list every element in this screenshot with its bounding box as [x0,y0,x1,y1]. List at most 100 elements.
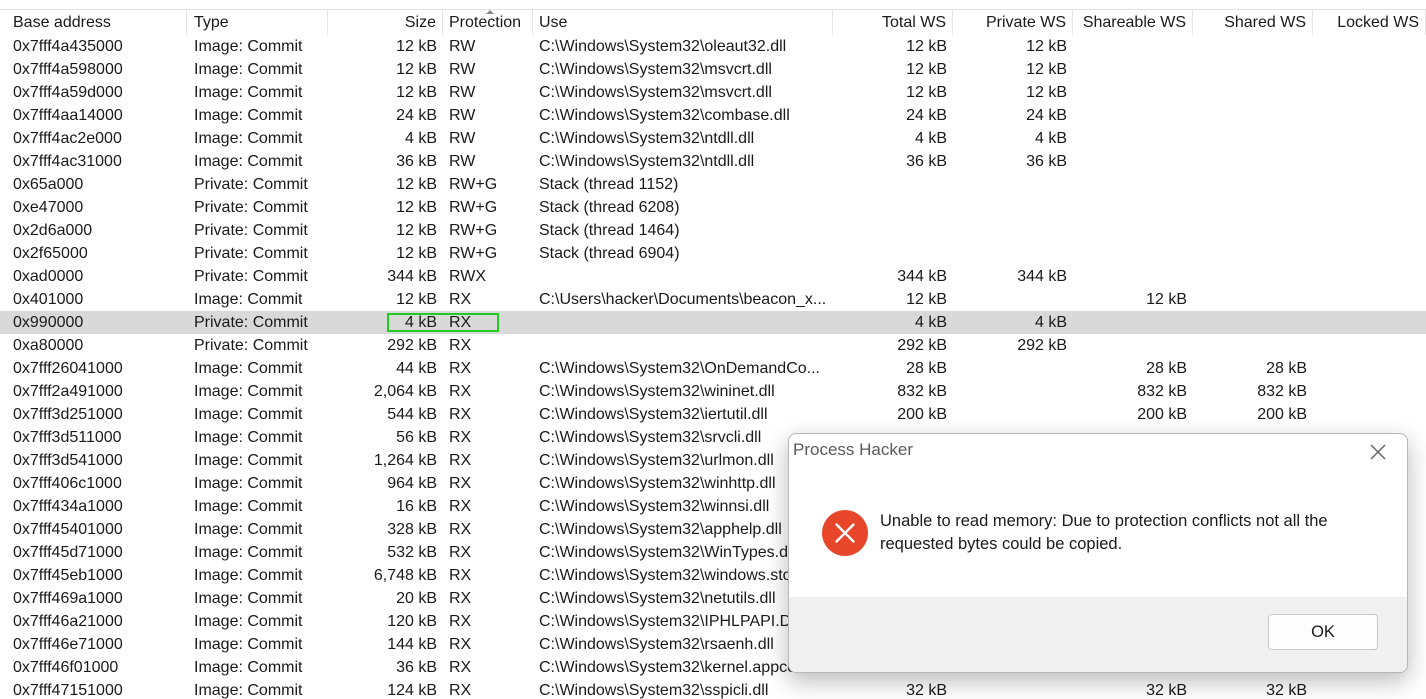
cell-shareable-ws [1073,196,1193,219]
col-header-type[interactable]: Type [188,10,328,35]
cell-total-ws: 12 kB [906,38,947,55]
table-row[interactable]: 0x7fff3d251000 Image: Commit 544 kB RX C:\Wi… [0,403,1426,426]
col-header-shared-ws[interactable]: Shared WS [1193,10,1313,35]
close-icon[interactable] [1363,440,1393,464]
table-row[interactable]: 0x401000 Image: Commit 12 kB RX C:\Users\hac… [0,288,1426,311]
cell-base-address: 0x7fff45eb1000 [13,567,123,584]
cell-protection: RW [449,153,476,170]
cell-size: 4 kB [404,130,437,147]
cell-shareable-ws [1073,150,1193,173]
cell-total-ws: 12 kB [906,291,947,308]
cell-total-ws [833,196,953,219]
cell-type: Private: Commit [194,245,308,262]
cell-type: Private: Commit [194,337,308,354]
table-row[interactable]: 0x7fff4a435000 Image: Commit 12 kB RW C:\Win… [0,35,1426,58]
col-header-locked-ws[interactable]: Locked WS [1313,10,1426,35]
cell-type: Image: Commit [194,406,303,423]
table-row[interactable]: 0x2f65000 Private: Commit 12 kB RW+G Stack (… [0,242,1426,265]
cell-size: 36 kB [396,153,437,170]
cell-size: 328 kB [387,521,437,538]
cell-shared-ws [1193,58,1313,81]
cell-base-address: 0x7fff26041000 [13,360,123,377]
table-row[interactable]: 0x990000 Private: Commit 4 kB RX 4 kB 4 kB [0,311,1426,334]
cell-size: 2,064 kB [373,383,437,400]
cell-shared-ws: 200 kB [1257,406,1307,423]
cell-private-ws: 12 kB [1026,61,1067,78]
cell-base-address: 0x7fff45401000 [13,521,123,538]
cell-private-ws: 24 kB [1026,107,1067,124]
dialog-title: Process Hacker [793,440,913,459]
error-icon [821,509,869,557]
col-header-use[interactable]: Use [533,10,833,35]
cell-private-ws [953,288,1073,311]
cell-shareable-ws [1073,311,1193,334]
col-header-size[interactable]: Size [323,10,443,35]
cell-protection: RW [449,84,476,101]
cell-use: C:\Windows\System32\msvcrt.dll [539,61,772,78]
table-row[interactable]: 0x7fff47151000 Image: Commit 124 kB RX C:\Wi… [0,679,1426,699]
ok-button[interactable]: OK [1268,614,1378,650]
cell-protection: RW+G [449,176,498,193]
cell-base-address: 0x7fff46e71000 [13,636,123,653]
table-row[interactable]: 0xe47000 Private: Commit 12 kB RW+G Stack (t… [0,196,1426,219]
cell-size: 36 kB [396,659,437,676]
cell-base-address: 0x7fff469a1000 [13,590,123,607]
cell-total-ws: 28 kB [906,360,947,377]
table-row[interactable]: 0x7fff4a598000 Image: Commit 12 kB RW C:\Win… [0,58,1426,81]
table-row[interactable]: 0x7fff26041000 Image: Commit 44 kB RX C:\Win… [0,357,1426,380]
cell-locked-ws [1313,334,1426,357]
cell-base-address: 0x7fff4ac2e000 [13,130,122,147]
table-row[interactable]: 0xa80000 Private: Commit 292 kB RX 292 kB 292… [0,334,1426,357]
cell-protection: RX [449,406,472,423]
table-row[interactable]: 0x2d6a000 Private: Commit 12 kB RW+G Stack (… [0,219,1426,242]
cell-base-address: 0xad0000 [13,268,84,285]
cell-type: Private: Commit [194,268,308,285]
table-row[interactable]: 0x7fff2a491000 Image: Commit 2,064 kB RX C:\… [0,380,1426,403]
cell-private-ws [953,380,1073,403]
table-row[interactable]: 0x7fff4a59d000 Image: Commit 12 kB RW C:\Win… [0,81,1426,104]
table-row[interactable]: 0x7fff4aa14000 Image: Commit 24 kB RW C:\Win… [0,104,1426,127]
cell-protection: RX [449,659,472,676]
cell-shared-ws [1193,150,1313,173]
cell-private-ws: 12 kB [1026,84,1067,101]
table-row[interactable]: 0xad0000 Private: Commit 344 kB RWX 344 kB 34… [0,265,1426,288]
cell-shareable-ws [1073,81,1193,104]
cell-base-address: 0x7fff406c1000 [13,475,122,492]
cell-protection: RX [449,360,472,377]
cell-type: Image: Commit [194,567,303,584]
cell-private-ws [953,173,1073,196]
cell-protection: RW [449,107,476,124]
col-header-shareable-ws[interactable]: Shareable WS [1073,10,1193,35]
cell-total-ws: 24 kB [906,107,947,124]
cell-shareable-ws [1073,127,1193,150]
cell-type: Image: Commit [194,613,303,630]
cell-protection: RW [449,61,476,78]
col-header-base-address[interactable]: Base address [7,10,187,35]
table-row[interactable]: 0x7fff4ac31000 Image: Commit 36 kB RW C:\Win… [0,150,1426,173]
cell-base-address: 0x7fff4aa14000 [13,107,123,124]
cell-type: Image: Commit [194,291,303,308]
table-row[interactable]: 0x7fff4ac2e000 Image: Commit 4 kB RW C:\Wind… [0,127,1426,150]
cell-locked-ws [1313,35,1426,58]
cell-base-address: 0x7fff46f01000 [13,659,119,676]
cell-shareable-ws [1073,334,1193,357]
cell-shared-ws: 28 kB [1266,360,1307,377]
cell-size: 12 kB [396,38,437,55]
cell-type: Image: Commit [194,636,303,653]
cell-protection: RX [449,613,472,630]
cell-total-ws: 832 kB [897,383,947,400]
cell-size: 6,748 kB [373,567,437,584]
cell-private-ws [953,403,1073,426]
col-header-total-ws[interactable]: Total WS [833,10,953,35]
cell-size: 1,264 kB [373,452,437,469]
cell-size: 12 kB [396,222,437,239]
cell-locked-ws [1313,196,1426,219]
table-row[interactable]: 0x65a000 Private: Commit 12 kB RW+G Stack (t… [0,173,1426,196]
cell-use [533,334,833,357]
col-header-private-ws[interactable]: Private WS [953,10,1073,35]
cell-private-ws [953,357,1073,380]
cell-total-ws [833,219,953,242]
cell-shared-ws [1193,173,1313,196]
cell-private-ws [953,242,1073,265]
cell-use [533,311,833,334]
